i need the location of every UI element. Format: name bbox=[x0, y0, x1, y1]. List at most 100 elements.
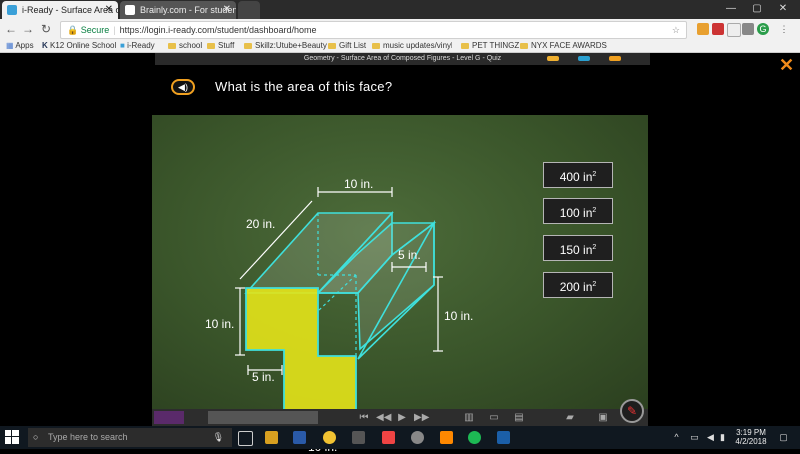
maximize-icon[interactable]: ▢ bbox=[744, 0, 770, 18]
apps-bookmark[interactable]: ▦ Apps bbox=[6, 39, 34, 52]
bookmark-pet-thingz[interactable]: PET THINGZ bbox=[461, 39, 519, 52]
bookmark-k12[interactable]: K K12 Online School bbox=[42, 39, 116, 52]
app-icon[interactable] bbox=[497, 431, 510, 444]
calculator-app-icon[interactable] bbox=[352, 431, 365, 444]
label-step-width: 5 in. bbox=[398, 248, 421, 262]
star-icon[interactable]: ☆ bbox=[672, 22, 680, 38]
quiz-title-bar: Geometry - Surface Area of Composed Figu… bbox=[155, 53, 650, 65]
app-icon[interactable] bbox=[440, 431, 453, 444]
brainly-favicon-icon bbox=[125, 5, 135, 15]
rewind-icon[interactable]: ◀◀ bbox=[376, 411, 391, 424]
network-icon[interactable]: ▭ bbox=[688, 431, 701, 444]
lock-icon: 🔒 bbox=[67, 25, 79, 35]
bookmark-stuff[interactable]: Stuff bbox=[207, 39, 234, 52]
browser-toolbar: ← → ↻ 🔒 Secure | https://login.i-ready.com… bbox=[0, 19, 800, 39]
tray-chevron-icon[interactable]: ^ bbox=[670, 431, 683, 444]
reload-icon[interactable]: ↻ bbox=[38, 21, 54, 37]
window-close-icon[interactable]: ✕ bbox=[770, 0, 796, 18]
answer-button-100[interactable]: 100 in2 bbox=[543, 198, 613, 224]
play-icon[interactable]: ▶ bbox=[396, 411, 408, 424]
trash-icon[interactable]: ▣ bbox=[596, 411, 610, 424]
bookmark-nyx[interactable]: NYX FACE AWARDS F bbox=[520, 39, 608, 52]
glossary-book-icon[interactable]: ▭ bbox=[486, 411, 502, 424]
answer-button-150[interactable]: 150 in2 bbox=[543, 235, 613, 261]
progress-track[interactable] bbox=[208, 411, 318, 424]
label-top-width: 10 in. bbox=[344, 177, 374, 191]
app-icon[interactable] bbox=[382, 431, 395, 444]
address-bar[interactable]: 🔒 Secure | https://login.i-ready.com/stude… bbox=[60, 21, 687, 39]
minimize-icon[interactable]: — bbox=[718, 0, 744, 18]
taskbar-search-input[interactable]: ○ Type here to search 🎙 bbox=[28, 428, 232, 447]
new-tab-button[interactable] bbox=[238, 1, 260, 19]
microphone-icon[interactable]: 🎙 bbox=[213, 428, 224, 447]
search-icon: ○ bbox=[33, 432, 39, 442]
back-icon[interactable]: ← bbox=[3, 21, 19, 37]
apps-grid-icon: ▦ bbox=[6, 41, 14, 50]
folder-icon bbox=[328, 42, 336, 49]
bookmark-gift-list[interactable]: Gift List bbox=[328, 39, 366, 52]
label-right-height: 10 in. bbox=[444, 309, 474, 323]
forward-icon[interactable]: → bbox=[20, 21, 36, 37]
action-center-icon[interactable]: ▢ bbox=[777, 431, 790, 444]
player-controls: ⏮ ◀◀ ▶ ▶▶ ▥ ▭ ▤ ▰ ▣ bbox=[152, 409, 648, 426]
progress-pill bbox=[578, 56, 590, 61]
profile-avatar-icon[interactable]: G bbox=[757, 23, 769, 35]
iready-icon: ■ bbox=[120, 41, 125, 50]
eraser-icon[interactable]: ▰ bbox=[562, 411, 578, 424]
extension-icon[interactable] bbox=[697, 23, 709, 35]
tab-brainly[interactable]: Brainly.com - For student ✕ bbox=[120, 1, 236, 19]
audio-speaker-icon[interactable]: ◀) bbox=[171, 79, 195, 95]
extension-icon[interactable] bbox=[727, 23, 741, 37]
secure-label: Secure bbox=[80, 25, 110, 35]
bookmark-school[interactable]: school bbox=[168, 39, 202, 52]
calculator-icon[interactable]: ▥ bbox=[462, 411, 476, 424]
k12-icon: K bbox=[42, 41, 48, 50]
folder-icon bbox=[520, 42, 528, 49]
clock-time: 3:19 PM bbox=[736, 428, 766, 437]
battery-icon[interactable]: ▮ bbox=[716, 431, 729, 444]
file-explorer-icon[interactable] bbox=[265, 431, 278, 444]
label-depth: 20 in. bbox=[246, 217, 276, 231]
store-icon[interactable] bbox=[293, 431, 306, 444]
task-view-icon[interactable] bbox=[238, 431, 253, 446]
iready-favicon-icon bbox=[7, 5, 17, 15]
notes-icon[interactable]: ▤ bbox=[512, 411, 526, 424]
bookmark-iready[interactable]: ■ i-Ready bbox=[120, 39, 155, 52]
extension-icon[interactable] bbox=[742, 23, 754, 35]
clock-date: 4/2/2018 bbox=[735, 437, 767, 446]
url-text: https://login.i-ready.com/student/dashbo… bbox=[119, 25, 317, 35]
chrome-icon[interactable] bbox=[323, 431, 336, 444]
question-text: What is the area of this face? bbox=[215, 79, 393, 94]
close-tab-icon[interactable]: ✕ bbox=[105, 1, 113, 19]
windows-start-icon[interactable] bbox=[5, 430, 19, 444]
browser-tab-strip: i-Ready - Surface Area of ✕ Brainly.com … bbox=[0, 0, 800, 19]
pen-tool-icon[interactable]: ✎ bbox=[620, 399, 644, 423]
forward-icon[interactable]: ▶▶ bbox=[414, 411, 429, 424]
front-face bbox=[245, 287, 357, 423]
progress-pill bbox=[547, 56, 559, 61]
folder-icon bbox=[461, 42, 469, 49]
menu-icon[interactable]: ⋮ bbox=[778, 23, 790, 35]
answer-button-400[interactable]: 400 in2 bbox=[543, 162, 613, 188]
skip-back-icon[interactable]: ⏮ bbox=[358, 411, 370, 424]
label-bottom-step: 5 in. bbox=[252, 370, 275, 384]
logo-icon bbox=[154, 411, 184, 424]
taskbar-clock[interactable]: 3:19 PM 4/2/2018 bbox=[730, 428, 772, 446]
close-quiz-icon[interactable]: ✕ bbox=[779, 55, 794, 76]
composed-figure bbox=[235, 187, 443, 440]
figure-board: 10 in. 20 in. 5 in. 10 in. 10 in. 5 in. … bbox=[152, 115, 648, 454]
bookmark-music[interactable]: music updates/vinyls bbox=[372, 39, 452, 52]
app-icon[interactable] bbox=[411, 431, 424, 444]
tab-iready[interactable]: i-Ready - Surface Area of ✕ bbox=[2, 1, 118, 19]
answer-button-200[interactable]: 200 in2 bbox=[543, 272, 613, 298]
bookmark-skillz[interactable]: Skillz:Utube+Beauty bbox=[244, 39, 327, 52]
label-left-height: 10 in. bbox=[205, 317, 235, 331]
windows-taskbar: ○ Type here to search 🎙 ^ ▭ ◀ ▮ 3:19 PM … bbox=[0, 426, 800, 449]
folder-icon bbox=[372, 42, 380, 49]
quiz-title: Geometry - Surface Area of Composed Figu… bbox=[303, 55, 502, 62]
tab-title: Brainly.com - For student bbox=[140, 5, 236, 15]
extension-icon[interactable] bbox=[712, 23, 724, 35]
folder-icon bbox=[244, 42, 252, 49]
spotify-icon[interactable] bbox=[468, 431, 481, 444]
close-tab-icon[interactable]: ✕ bbox=[223, 1, 231, 19]
